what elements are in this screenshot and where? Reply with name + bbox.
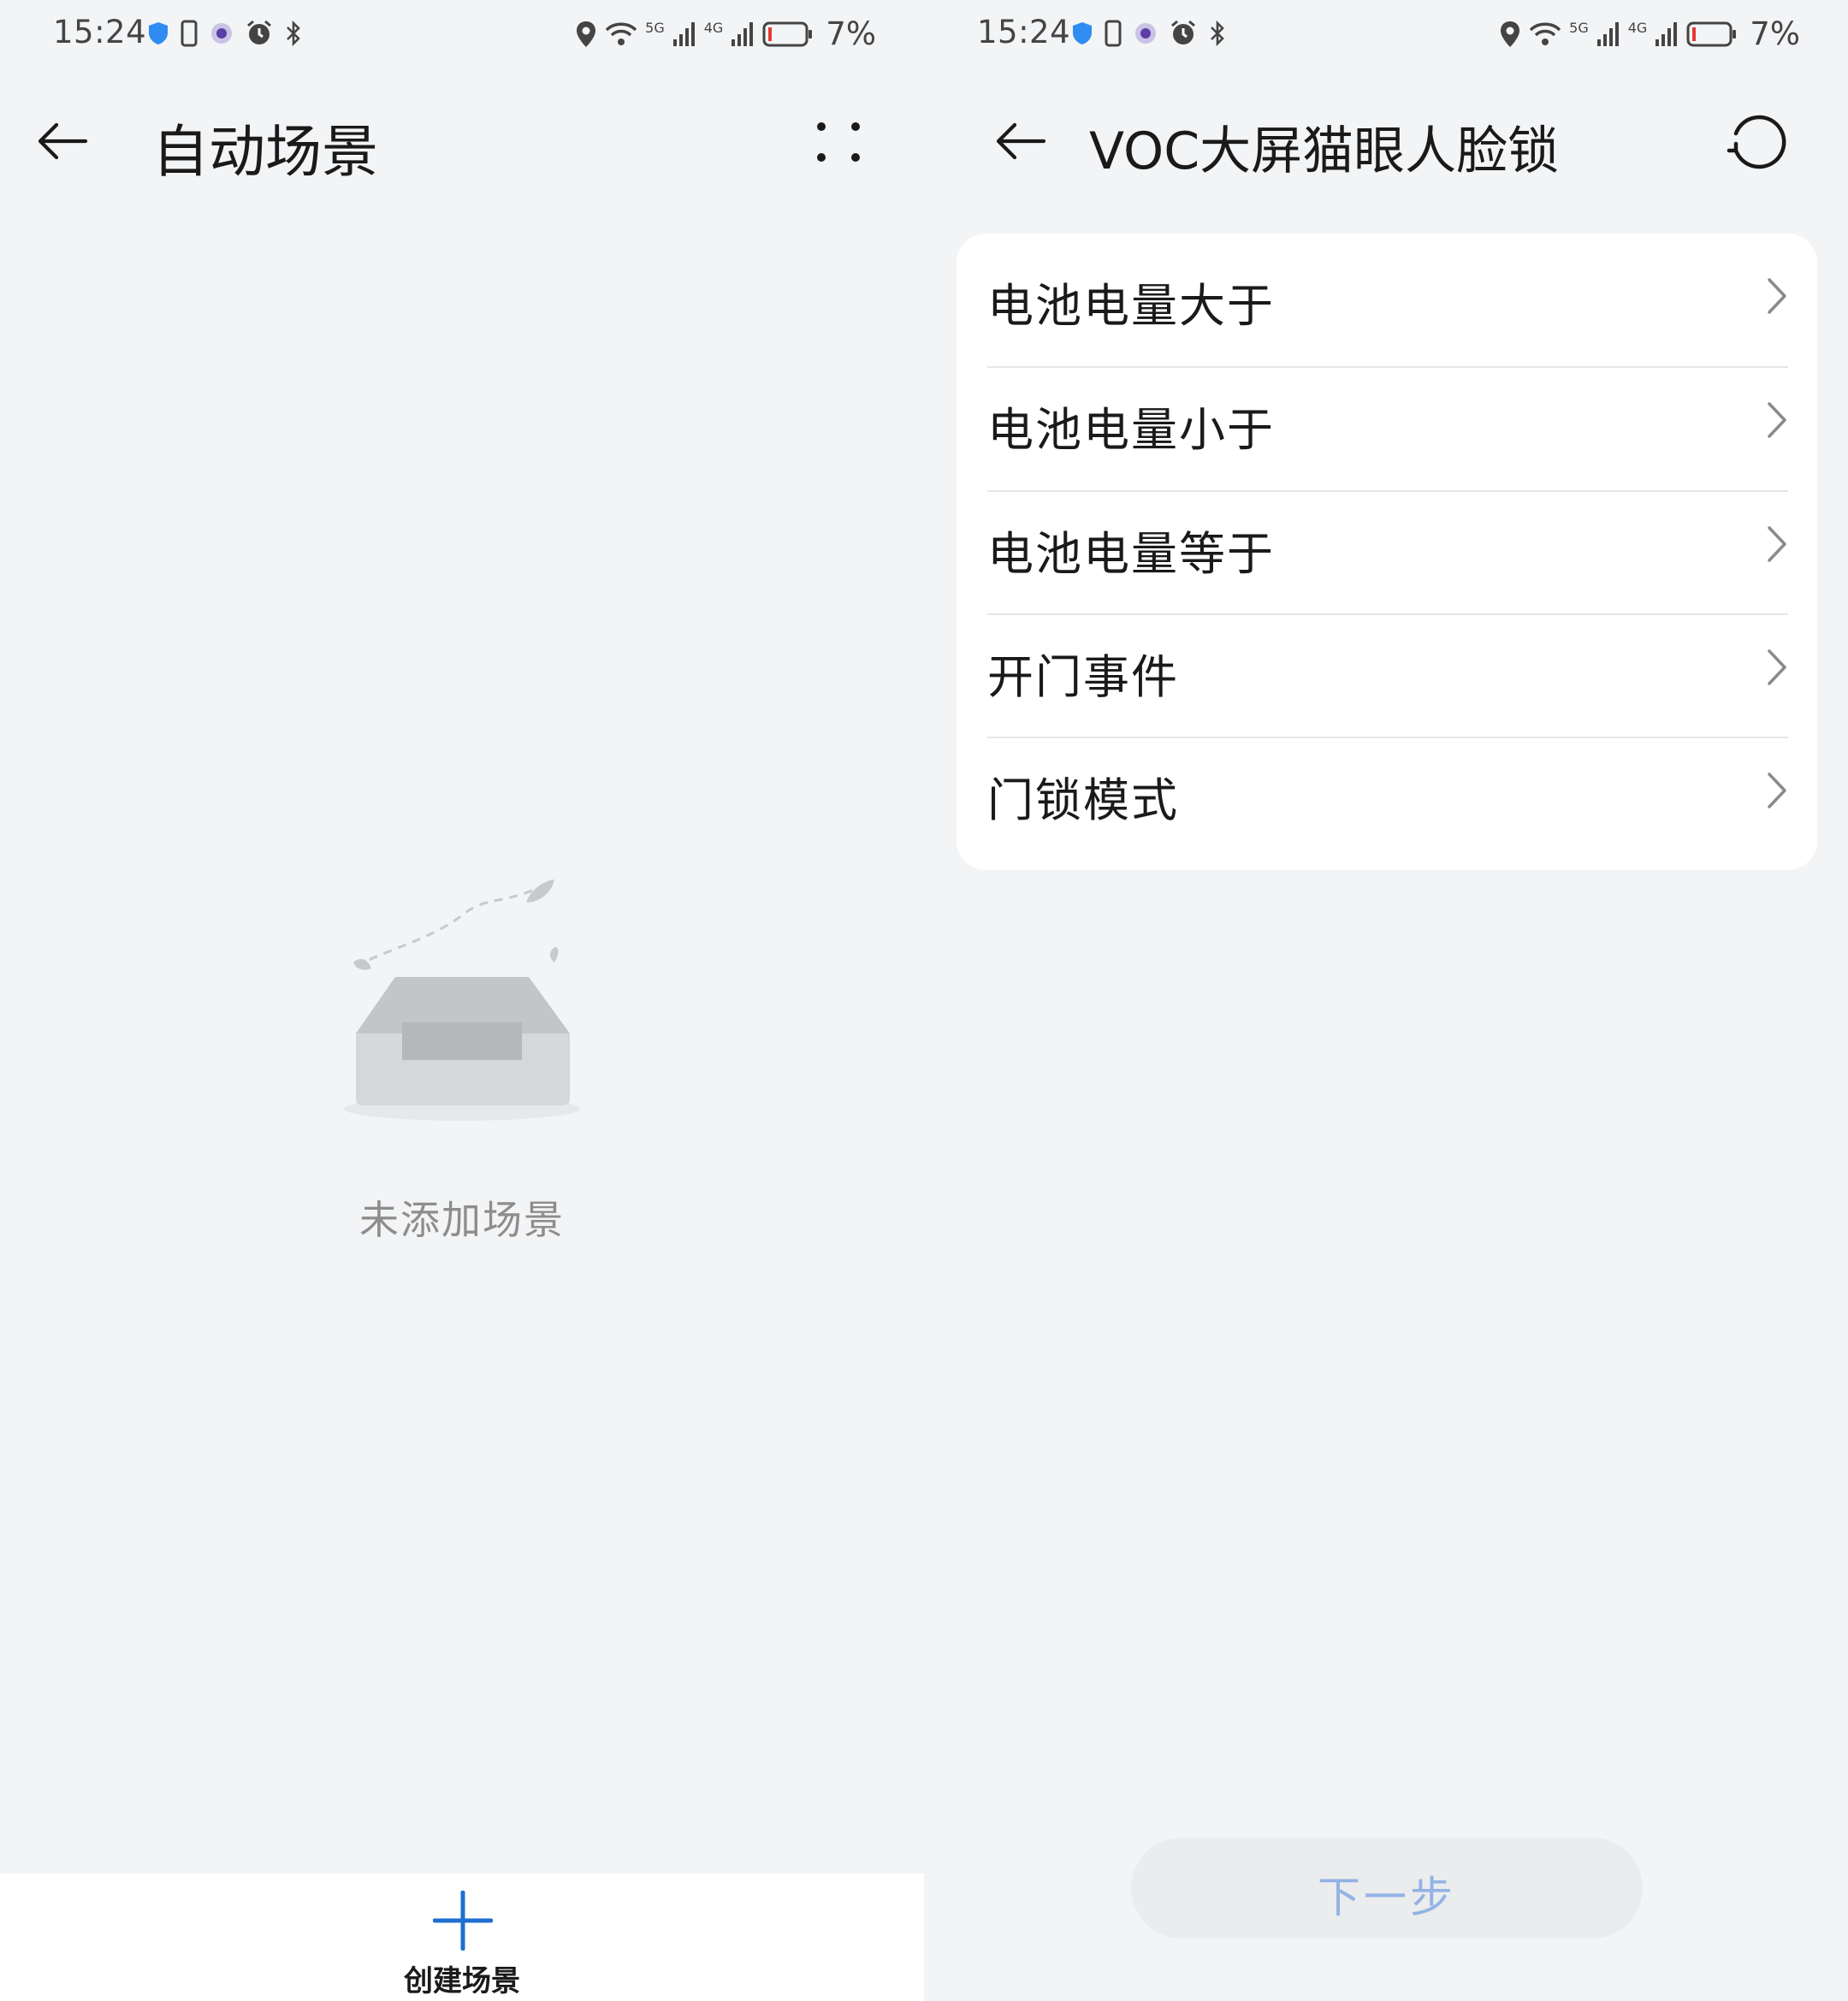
chevron-right-icon (1768, 278, 1786, 314)
list-item-label: 门锁模式 (987, 773, 1179, 827)
signal-icon (672, 21, 695, 46)
battery-percent: 7% (1750, 15, 1800, 52)
app-notification-icon (1135, 23, 1156, 44)
alarm-icon (247, 20, 271, 44)
status-bar: 15:24 5G 4G 7% (924, 0, 1848, 68)
bluetooth-icon (1211, 20, 1224, 47)
signal-icon-2 (1656, 21, 1678, 46)
battery-icon (762, 21, 813, 46)
chevron-right-icon (1768, 526, 1786, 562)
chevron-right-icon (1768, 402, 1786, 438)
network-4g-label: 4G (703, 20, 724, 36)
signal-icon-2 (732, 21, 754, 46)
list-item-label: 开门事件 (987, 650, 1179, 704)
wifi-icon (1529, 22, 1561, 45)
shield-icon (149, 22, 168, 44)
network-5g-label: 5G (645, 20, 665, 36)
device-condition-screen: 15:24 5G 4G 7% VOC大屏猫眼人脸锁 电池电量大于 电池电量小于 … (924, 0, 1848, 2001)
list-item-label: 电池电量大于 (987, 279, 1275, 333)
status-bar: 15:24 5G 4G 7% (0, 0, 924, 68)
list-item[interactable]: 开门事件 (957, 605, 1817, 728)
phone-icon (181, 20, 198, 47)
location-icon (577, 21, 596, 47)
phone-icon (1105, 20, 1122, 47)
shield-icon (1073, 22, 1092, 44)
refresh-icon[interactable] (1724, 110, 1789, 175)
create-scene-button[interactable]: 创建场景 (376, 1882, 548, 2001)
page-title: 自动场景 (152, 119, 378, 185)
create-scene-label: 创建场景 (404, 1964, 520, 1998)
list-item[interactable]: 电池电量等于 (957, 482, 1817, 605)
auto-scene-screen: 15:24 5G 4G 7% 自动场景 未添加场景 创建场景 (0, 0, 924, 2001)
chevron-right-icon (1768, 773, 1786, 808)
app-notification-icon (211, 23, 232, 44)
chevron-right-icon (1768, 649, 1786, 685)
bluetooth-icon (287, 20, 300, 47)
location-icon (1501, 21, 1520, 47)
battery-icon (1686, 21, 1737, 46)
signal-icon (1596, 21, 1619, 46)
next-step-button[interactable]: 下一步 (1131, 1838, 1643, 1939)
empty-state-text: 未添加场景 (359, 1197, 565, 1243)
next-step-label: 下一步 (1318, 1873, 1456, 1922)
grid-dots-icon[interactable] (813, 120, 864, 164)
network-4g-label: 4G (1627, 20, 1648, 36)
back-arrow-icon[interactable] (991, 111, 1051, 171)
alarm-icon (1171, 20, 1195, 44)
empty-box-illustration (344, 879, 580, 1121)
back-arrow-icon[interactable] (33, 111, 92, 171)
status-time: 15:24 (53, 14, 147, 50)
network-5g-label: 5G (1569, 20, 1589, 36)
list-item[interactable]: 门锁模式 (957, 728, 1817, 851)
wifi-icon (605, 22, 637, 45)
list-item[interactable]: 电池电量大于 (957, 234, 1817, 357)
status-time: 15:24 (977, 14, 1071, 50)
list-item[interactable]: 电池电量小于 (957, 358, 1817, 481)
battery-percent: 7% (826, 15, 876, 52)
page-title: VOC大屏猫眼人脸锁 (1089, 121, 1560, 181)
plus-icon (433, 1891, 493, 1951)
condition-list: 电池电量大于 电池电量小于 电池电量等于 开门事件 门锁模式 (957, 234, 1817, 870)
list-item-label: 电池电量小于 (987, 403, 1275, 457)
list-item-label: 电池电量等于 (987, 527, 1275, 581)
